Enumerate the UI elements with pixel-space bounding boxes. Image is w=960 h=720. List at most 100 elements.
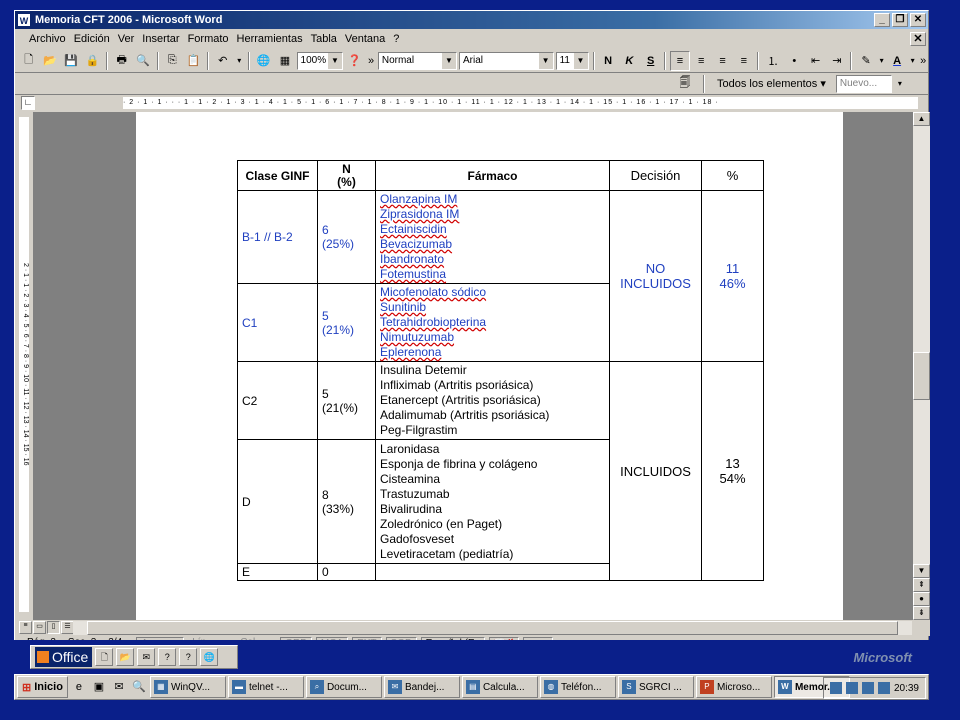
close-document-button[interactable]: ✕ [910, 32, 926, 46]
zoom-select[interactable]: 100% ▼ [296, 51, 343, 70]
highlight-icon[interactable]: ✎ [856, 51, 875, 71]
bold-button[interactable]: N [599, 51, 618, 71]
tray-shield-icon[interactable] [845, 682, 858, 694]
horizontal-scroll-track[interactable] [73, 621, 912, 635]
underline-button[interactable]: S [641, 51, 660, 71]
copy-icon[interactable]: ⎘ [163, 51, 182, 71]
font-select[interactable]: Arial ▼ [459, 51, 554, 70]
save-icon[interactable]: 💾 [62, 51, 81, 71]
next-page-icon[interactable]: ⇟ [913, 606, 930, 620]
task-winqv[interactable]: ▦ WinQV... [149, 676, 226, 698]
new-document-icon[interactable]: 🗋 [19, 51, 38, 71]
menu-formato[interactable]: Formato [184, 33, 233, 45]
task-sgrci[interactable]: S SGRCI ... [617, 676, 694, 698]
window-controls: _ ❐ ✕ [874, 13, 926, 27]
new-comment-select[interactable]: Nuevo... [835, 74, 892, 93]
open-folder-icon[interactable]: 📂 [40, 51, 59, 71]
normal-view-icon[interactable]: ≡ [19, 621, 32, 634]
chevron-down-icon[interactable]: ▼ [538, 52, 553, 69]
vertical-scrollbar[interactable]: ▲ ▼ ⇞ ● ⇟ [913, 112, 930, 620]
font-size-select[interactable]: 11 ▼ [555, 51, 589, 70]
align-right-icon[interactable]: ≡ [713, 51, 732, 71]
menu-archivo[interactable]: Archivo [25, 33, 70, 45]
print-layout-icon[interactable]: ▯ [47, 621, 60, 634]
vertical-ruler[interactable]: 2 · 1 · 1 · 2 · 3 · 4 · 5 · 6 · 7 · 8 · … [15, 112, 33, 620]
menu-help[interactable]: ? [389, 33, 403, 45]
office-button[interactable]: Office [35, 647, 93, 667]
tables-borders-icon[interactable]: ▦ [275, 51, 294, 71]
horizontal-scrollbar[interactable]: ≡ ▭ ▯ ☰ [15, 620, 930, 636]
chevron-down-icon[interactable]: ▼ [327, 52, 342, 69]
title-bar[interactable]: W Memoria CFT 2006 - Microsoft Word _ ❐ … [15, 11, 928, 29]
permission-icon[interactable]: 🔒 [83, 51, 102, 71]
all-elements-button[interactable]: Todos los elementos ▾ [713, 77, 830, 90]
close-button[interactable]: ✕ [910, 13, 926, 27]
task-inbox[interactable]: ✉ Bandej... [383, 676, 460, 698]
chevron-down-icon[interactable]: ▼ [442, 52, 456, 69]
undo-icon[interactable]: ↶ [213, 51, 232, 71]
print-icon[interactable]: 🖶 [112, 51, 131, 71]
scroll-down-icon[interactable]: ▼ [913, 564, 930, 578]
menu-tabla[interactable]: Tabla [307, 33, 341, 45]
browse-object-icon[interactable]: ● [913, 592, 930, 606]
menu-edicion[interactable]: Edición [70, 33, 114, 45]
word-app-icon[interactable]: W [17, 13, 31, 27]
style-select[interactable]: Normal ▼ [377, 51, 457, 70]
web-view-icon[interactable]: ▭ [33, 621, 46, 634]
font-color-dropdown-icon[interactable]: ▾ [909, 51, 917, 71]
minimize-button[interactable]: _ [874, 13, 890, 27]
document-page[interactable]: Clase GINF N (%) Fármaco Decisión % B-1 … [136, 112, 843, 620]
toolbar-more-icon[interactable]: » [918, 51, 928, 71]
outlook-icon[interactable]: ✉ [137, 648, 156, 666]
tray-printer-icon[interactable] [861, 682, 874, 694]
clipboard-icon[interactable]: 🗐 [675, 74, 695, 94]
align-center-icon[interactable]: ≡ [692, 51, 711, 71]
task-phones[interactable]: ◍ Teléfon... [539, 676, 616, 698]
bullets-icon[interactable]: • [785, 51, 804, 71]
scroll-thumb[interactable] [913, 352, 930, 400]
ie-icon[interactable]: e [70, 678, 88, 696]
horizontal-scroll-thumb[interactable] [87, 621, 898, 635]
decrease-indent-icon[interactable]: ⇤ [806, 51, 825, 71]
hyperlink-icon[interactable]: 🌐 [254, 51, 273, 71]
tray-network-icon[interactable] [829, 682, 842, 694]
scroll-up-icon[interactable]: ▲ [913, 112, 930, 126]
chevron-down-icon[interactable]: ▾ [898, 79, 902, 88]
menu-ver[interactable]: Ver [114, 33, 139, 45]
clock[interactable]: 20:39 [894, 683, 919, 694]
task-microsoft[interactable]: P Microso... [695, 676, 772, 698]
tray-volume-icon[interactable] [877, 682, 890, 694]
help-icon[interactable]: ❓ [345, 51, 364, 71]
horizontal-ruler[interactable]: ∟ · 2 · 1 · 1 · · · 1 · 1 · 2 · 1 · 3 · … [15, 95, 928, 111]
desktop-icon[interactable]: ▣ [90, 678, 108, 696]
office-help-icon[interactable]: ? [158, 648, 177, 666]
align-left-icon[interactable]: ≡ [670, 50, 690, 71]
increase-indent-icon[interactable]: ⇥ [827, 51, 846, 71]
start-button[interactable]: ⊞ Inicio [17, 676, 68, 698]
office-assistant-icon[interactable]: ? [179, 648, 198, 666]
task-telnet[interactable]: ▬ telnet -... [227, 676, 304, 698]
font-color-icon[interactable]: A [887, 51, 906, 71]
open-office-doc-icon[interactable]: 📂 [116, 648, 135, 666]
justify-icon[interactable]: ≡ [734, 51, 753, 71]
menu-insertar[interactable]: Insertar [138, 33, 183, 45]
undo-dropdown-icon[interactable]: ▾ [234, 51, 244, 71]
restore-button[interactable]: ❐ [892, 13, 908, 27]
chevron-down-icon[interactable]: ▼ [573, 52, 588, 69]
previous-page-icon[interactable]: ⇞ [913, 578, 930, 592]
italic-button[interactable]: K [620, 51, 639, 71]
tab-stop-selector-icon[interactable]: ∟ [21, 96, 35, 110]
search-icon[interactable]: 🔍 [130, 678, 148, 696]
numbering-icon[interactable]: ⒈ [763, 51, 782, 71]
toolbar-more-icon[interactable]: » [366, 51, 376, 71]
menu-herramientas[interactable]: Herramientas [233, 33, 307, 45]
print-preview-icon[interactable]: 🔍 [133, 51, 152, 71]
outlook-quicklaunch-icon[interactable]: ✉ [110, 678, 128, 696]
task-documents[interactable]: ⌕ Docum... [305, 676, 382, 698]
task-calculator[interactable]: ▤ Calcula... [461, 676, 538, 698]
new-office-doc-icon[interactable]: 🗋 [95, 648, 114, 666]
highlight-dropdown-icon[interactable]: ▾ [878, 51, 886, 71]
paste-icon[interactable]: 📋 [184, 51, 203, 71]
menu-ventana[interactable]: Ventana [341, 33, 389, 45]
office-globe-icon[interactable]: 🌐 [200, 648, 219, 666]
